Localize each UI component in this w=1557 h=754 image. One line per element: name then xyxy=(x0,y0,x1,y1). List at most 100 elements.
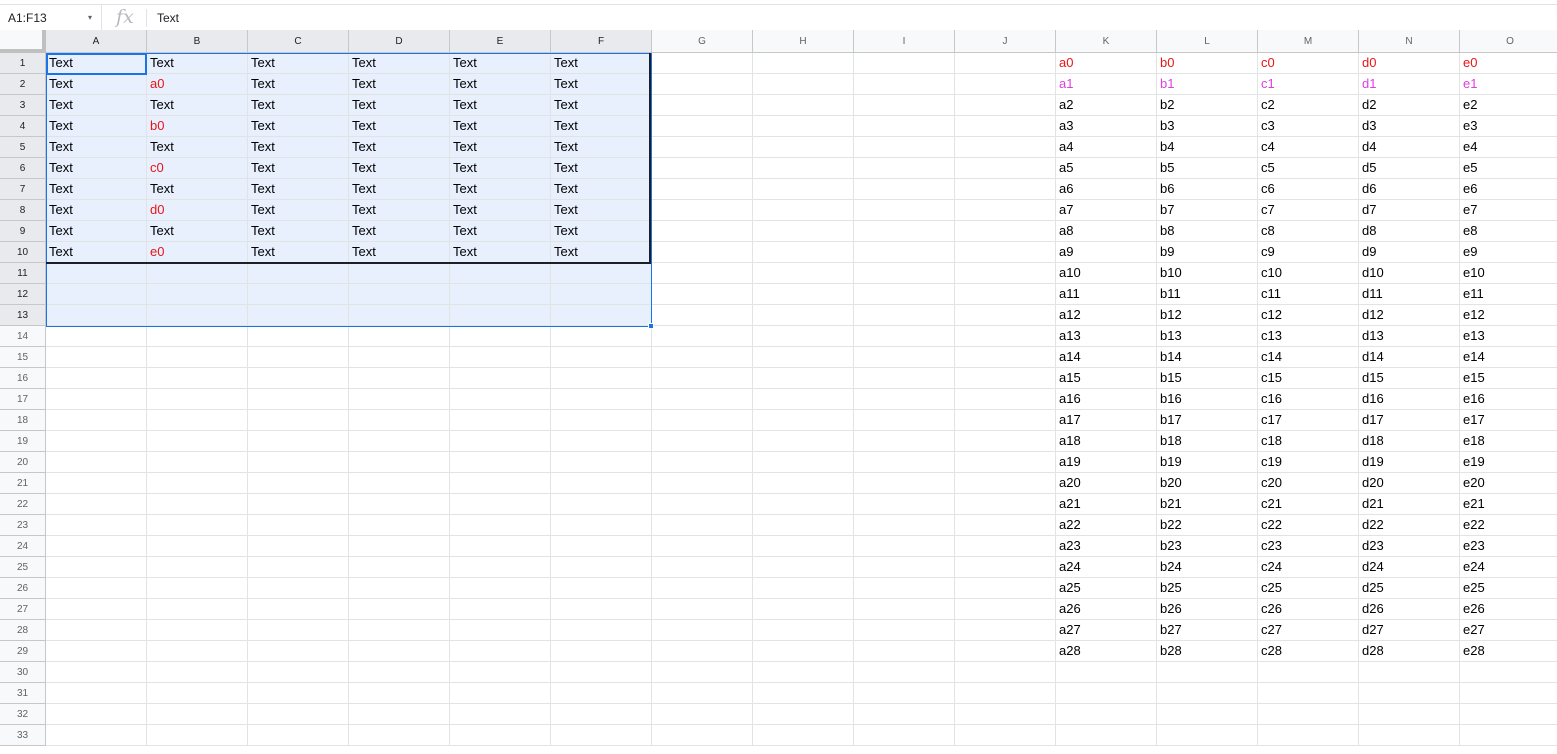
cell-g15[interactable] xyxy=(652,347,753,368)
cell-h28[interactable] xyxy=(753,620,854,641)
cell-a14[interactable] xyxy=(46,326,147,347)
cell-b10[interactable]: e0 xyxy=(147,242,248,263)
cell-f6[interactable]: Text xyxy=(551,158,652,179)
cell-b28[interactable] xyxy=(147,620,248,641)
cell-c19[interactable] xyxy=(248,431,349,452)
cell-e9[interactable]: Text xyxy=(450,221,551,242)
cell-b2[interactable]: a0 xyxy=(147,74,248,95)
cell-g3[interactable] xyxy=(652,95,753,116)
cell-l18[interactable]: b17 xyxy=(1157,410,1258,431)
cell-a1[interactable]: Text xyxy=(46,53,147,74)
row-header-21[interactable]: 21 xyxy=(0,473,46,494)
row-header-20[interactable]: 20 xyxy=(0,452,46,473)
cell-n32[interactable] xyxy=(1359,704,1460,725)
cell-g30[interactable] xyxy=(652,662,753,683)
cell-n20[interactable]: d19 xyxy=(1359,452,1460,473)
cell-o11[interactable]: e10 xyxy=(1460,263,1557,284)
cell-f7[interactable]: Text xyxy=(551,179,652,200)
cell-k32[interactable] xyxy=(1056,704,1157,725)
cell-a30[interactable] xyxy=(46,662,147,683)
cell-g21[interactable] xyxy=(652,473,753,494)
cell-a16[interactable] xyxy=(46,368,147,389)
cell-b13[interactable] xyxy=(147,305,248,326)
cell-b32[interactable] xyxy=(147,704,248,725)
cell-g24[interactable] xyxy=(652,536,753,557)
cell-m20[interactable]: c19 xyxy=(1258,452,1359,473)
cell-h24[interactable] xyxy=(753,536,854,557)
cell-a22[interactable] xyxy=(46,494,147,515)
cell-d9[interactable]: Text xyxy=(349,221,450,242)
cell-k3[interactable]: a2 xyxy=(1056,95,1157,116)
cell-a15[interactable] xyxy=(46,347,147,368)
row-header-31[interactable]: 31 xyxy=(0,683,46,704)
cell-h20[interactable] xyxy=(753,452,854,473)
cell-b11[interactable] xyxy=(147,263,248,284)
cell-j16[interactable] xyxy=(955,368,1056,389)
cell-k11[interactable]: a10 xyxy=(1056,263,1157,284)
cell-i19[interactable] xyxy=(854,431,955,452)
cell-d18[interactable] xyxy=(349,410,450,431)
column-header-m[interactable]: M xyxy=(1258,30,1359,53)
cell-n18[interactable]: d17 xyxy=(1359,410,1460,431)
cell-l11[interactable]: b10 xyxy=(1157,263,1258,284)
cell-a26[interactable] xyxy=(46,578,147,599)
row-header-24[interactable]: 24 xyxy=(0,536,46,557)
cell-c1[interactable]: Text xyxy=(248,53,349,74)
cell-l21[interactable]: b20 xyxy=(1157,473,1258,494)
cell-b12[interactable] xyxy=(147,284,248,305)
row-header-30[interactable]: 30 xyxy=(0,662,46,683)
cell-f19[interactable] xyxy=(551,431,652,452)
cell-k28[interactable]: a27 xyxy=(1056,620,1157,641)
cell-d29[interactable] xyxy=(349,641,450,662)
cell-g29[interactable] xyxy=(652,641,753,662)
row-header-13[interactable]: 13 xyxy=(0,305,46,326)
cell-g13[interactable] xyxy=(652,305,753,326)
column-header-e[interactable]: E xyxy=(450,30,551,53)
cell-e7[interactable]: Text xyxy=(450,179,551,200)
cell-a25[interactable] xyxy=(46,557,147,578)
cell-i4[interactable] xyxy=(854,116,955,137)
cell-h11[interactable] xyxy=(753,263,854,284)
cell-e6[interactable]: Text xyxy=(450,158,551,179)
cell-o4[interactable]: e3 xyxy=(1460,116,1557,137)
cell-g22[interactable] xyxy=(652,494,753,515)
cell-m25[interactable]: c24 xyxy=(1258,557,1359,578)
cell-c4[interactable]: Text xyxy=(248,116,349,137)
cell-c25[interactable] xyxy=(248,557,349,578)
cell-h7[interactable] xyxy=(753,179,854,200)
cell-e27[interactable] xyxy=(450,599,551,620)
cell-d24[interactable] xyxy=(349,536,450,557)
cell-i30[interactable] xyxy=(854,662,955,683)
cell-k25[interactable]: a24 xyxy=(1056,557,1157,578)
cell-b6[interactable]: c0 xyxy=(147,158,248,179)
cell-o29[interactable]: e28 xyxy=(1460,641,1557,662)
cell-n5[interactable]: d4 xyxy=(1359,137,1460,158)
cell-g4[interactable] xyxy=(652,116,753,137)
cell-b23[interactable] xyxy=(147,515,248,536)
cell-d30[interactable] xyxy=(349,662,450,683)
row-header-6[interactable]: 6 xyxy=(0,158,46,179)
cell-l30[interactable] xyxy=(1157,662,1258,683)
row-header-32[interactable]: 32 xyxy=(0,704,46,725)
cell-l3[interactable]: b2 xyxy=(1157,95,1258,116)
cell-h32[interactable] xyxy=(753,704,854,725)
cell-o5[interactable]: e4 xyxy=(1460,137,1557,158)
cell-k21[interactable]: a20 xyxy=(1056,473,1157,494)
cell-b15[interactable] xyxy=(147,347,248,368)
cell-k26[interactable]: a25 xyxy=(1056,578,1157,599)
row-header-7[interactable]: 7 xyxy=(0,179,46,200)
cell-h3[interactable] xyxy=(753,95,854,116)
cell-n1[interactable]: d0 xyxy=(1359,53,1460,74)
cell-l8[interactable]: b7 xyxy=(1157,200,1258,221)
cell-o16[interactable]: e15 xyxy=(1460,368,1557,389)
cell-c33[interactable] xyxy=(248,725,349,746)
cell-a7[interactable]: Text xyxy=(46,179,147,200)
cell-f13[interactable] xyxy=(551,305,652,326)
cell-i16[interactable] xyxy=(854,368,955,389)
cell-l5[interactable]: b4 xyxy=(1157,137,1258,158)
cell-m4[interactable]: c3 xyxy=(1258,116,1359,137)
cell-h12[interactable] xyxy=(753,284,854,305)
cell-d15[interactable] xyxy=(349,347,450,368)
cell-d20[interactable] xyxy=(349,452,450,473)
cell-c21[interactable] xyxy=(248,473,349,494)
